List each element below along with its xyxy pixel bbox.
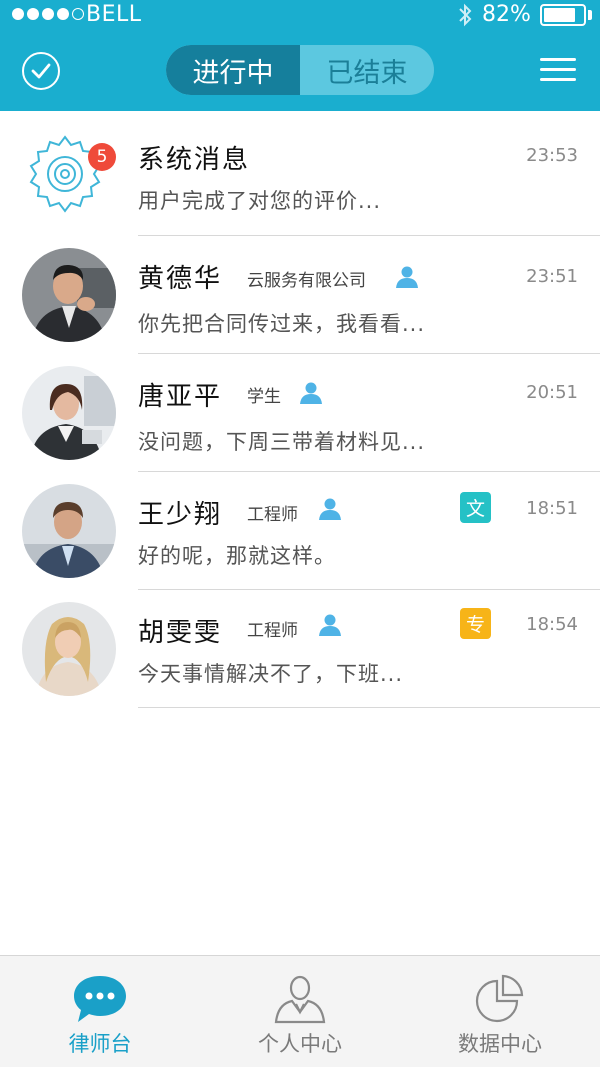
person-icon [300,382,322,404]
avatar [22,366,116,460]
person-icon [274,975,326,1024]
hamburger-menu-icon[interactable] [540,58,578,84]
status-segmented-control: 进行中 已结束 [166,45,434,95]
message-preview: 好的呢，那就这样。 [138,544,336,568]
message-preview: 今天事情解决不了，下班... [138,662,404,686]
tab-data-center[interactable]: 数据中心 [400,956,600,1067]
battery-percent: 82% [482,2,531,27]
contact-name: 系统消息 [138,145,251,175]
tab-label: 律师台 [68,1032,132,1056]
message-preview: 没问题，下周三带着材料见... [138,430,426,454]
status-bar: BELL 82% [0,0,600,30]
tab-label: 数据中心 [458,1032,542,1056]
tab-lawyer-desk[interactable]: 律师台 [0,956,200,1067]
check-circle-icon[interactable] [22,52,60,90]
bottom-tab-bar: 律师台 个人中心 数据中心 [0,955,600,1067]
contact-name: 胡雯雯 [138,618,223,648]
carrier-name: BELL [86,2,142,27]
tab-label: 个人中心 [258,1032,342,1056]
category-tag: 专 [460,608,491,639]
list-item[interactable]: 5 系统消息 23:53 用户完成了对您的评价... [0,111,600,236]
person-icon [319,614,341,636]
contact-name: 王少翔 [138,500,223,530]
unread-count-badge: 5 [88,143,116,171]
contact-name: 黄德华 [138,264,223,294]
avatar [22,248,116,342]
list-item[interactable]: 唐亚平 学生 20:51 没问题，下周三带着材料见... [0,354,600,472]
tab-finished[interactable]: 已结束 [300,45,434,95]
person-icon [319,498,341,520]
message-time: 20:51 [526,382,578,403]
battery-level-fill [544,8,575,22]
top-header: BELL 82% 进行中 已结束 [0,0,600,111]
list-item[interactable]: 王少翔 工程师 文 18:51 好的呢，那就这样。 [0,472,600,590]
avatar [22,602,116,696]
signal-strength-icon [12,8,84,20]
pie-chart-icon [475,974,524,1023]
tab-in-progress[interactable]: 进行中 [166,45,300,95]
person-icon [396,266,418,288]
message-time: 18:54 [526,614,578,635]
contact-role: 工程师 [247,621,298,641]
bluetooth-icon [459,3,472,27]
list-item[interactable]: 胡雯雯 工程师 专 18:54 今天事情解决不了，下班... [0,590,600,708]
message-time: 23:53 [526,145,578,166]
message-preview: 你先把合同传过来，我看看... [138,312,426,336]
contact-name: 唐亚平 [138,382,223,412]
battery-tip [588,10,592,20]
avatar [22,484,116,578]
contact-role: 工程师 [247,505,298,525]
contact-role: 云服务有限公司 [247,271,366,291]
battery-icon [540,4,586,26]
contact-role: 学生 [247,387,281,407]
divider [138,707,600,708]
tab-personal-center[interactable]: 个人中心 [200,956,400,1067]
message-time: 23:51 [526,266,578,287]
message-preview: 用户完成了对您的评价... [138,189,382,213]
list-item[interactable]: 黄德华 云服务有限公司 23:51 你先把合同传过来，我看看... [0,236,600,354]
message-list: 5 系统消息 23:53 用户完成了对您的评价... 黄德华 云服务有限公司 2… [0,111,600,708]
chat-bubble-icon [74,976,126,1022]
category-tag: 文 [460,492,491,523]
message-time: 18:51 [526,498,578,519]
